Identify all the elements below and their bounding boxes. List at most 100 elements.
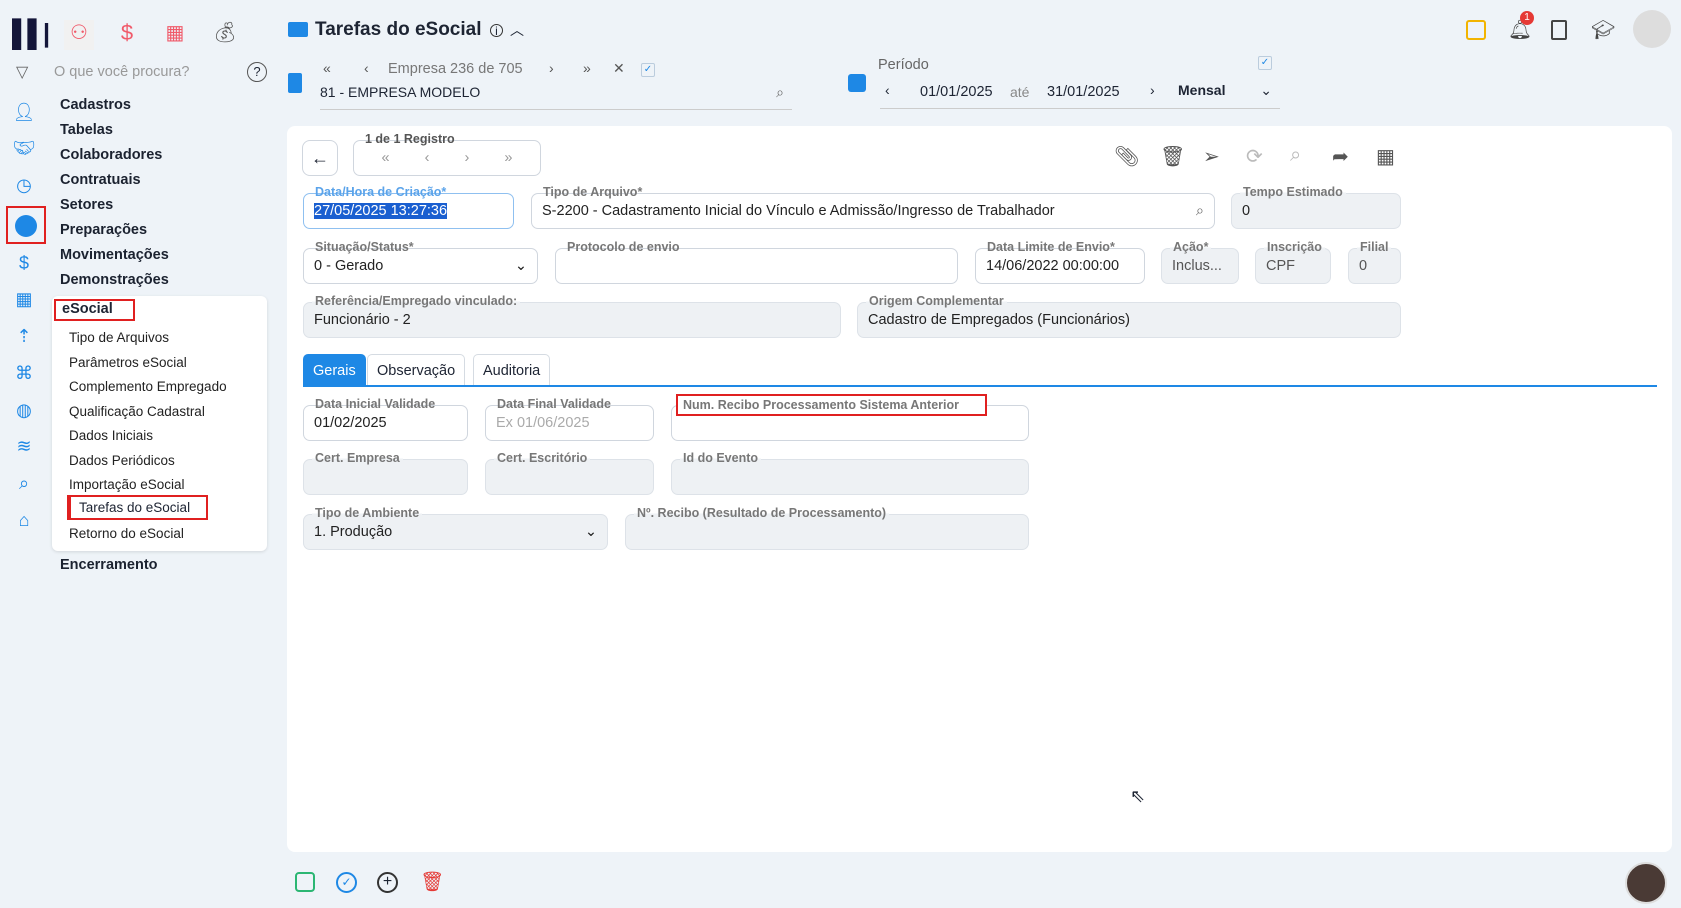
search-record-icon[interactable]: ⌕: [1290, 144, 1301, 167]
refresh-icon[interactable]: ⟳: [1246, 144, 1263, 169]
next-company-button[interactable]: ›: [549, 60, 554, 76]
search-icon[interactable]: ⌕: [1196, 203, 1204, 219]
page-title: Tarefas do eSocial: [315, 19, 482, 40]
menu-tabelas[interactable]: Tabelas: [60, 122, 113, 138]
menu-colaboradores[interactable]: Colaboradores: [60, 147, 162, 163]
submenu-dados-periodicos[interactable]: Dados Periódicos: [69, 453, 175, 468]
first-record-button[interactable]: «: [382, 150, 390, 166]
first-company-button[interactable]: «: [323, 60, 331, 76]
acao-value: Inclus...: [1172, 258, 1222, 274]
people-icon[interactable]: ⚇: [64, 20, 94, 50]
forward-icon[interactable]: ➦: [1332, 144, 1349, 169]
menu-demonstracoes[interactable]: Demonstrações: [60, 272, 169, 288]
period-mode-select[interactable]: Mensal ⌄: [1178, 82, 1278, 98]
help-icon[interactable]: ?: [247, 62, 267, 82]
tipo-ambiente-select[interactable]: Tipo de Ambiente 1. Produção ⌄: [303, 506, 608, 550]
data-final-field[interactable]: Data Final Validade Ex 01/06/2025: [485, 397, 654, 441]
paperclip-icon[interactable]: 📎︎: [1114, 144, 1139, 169]
app-logo[interactable]: ▌▌|: [12, 18, 50, 49]
home-icon[interactable]: ⌂: [12, 508, 36, 532]
period-checkbox[interactable]: ✓: [1258, 56, 1272, 70]
user-settings-icon[interactable]: 👤︎: [12, 100, 36, 124]
submenu-dados-iniciais[interactable]: Dados Iniciais: [69, 428, 153, 443]
submenu-retorno[interactable]: Retorno do eSocial: [69, 526, 184, 541]
menu-esocial[interactable]: eSocial: [54, 299, 135, 321]
money-bag-rail-icon[interactable]: ◍: [12, 398, 36, 422]
submenu-parametros[interactable]: Parâmetros eSocial: [69, 355, 187, 370]
user-avatar[interactable]: [1633, 10, 1671, 48]
menu-cadastros[interactable]: Cadastros: [60, 97, 131, 113]
filial-value: 0: [1359, 258, 1368, 274]
assistant-avatar[interactable]: [1625, 862, 1667, 904]
chevron-down-icon: ⌄: [1260, 82, 1272, 98]
num-recibo-label: Num. Recibo Processamento Sistema Anteri…: [676, 394, 987, 416]
prev-company-button[interactable]: ‹: [364, 60, 369, 76]
data-limite-field[interactable]: Data Limite de Envio* 14/06/2022 00:00:00: [975, 240, 1145, 284]
data-inicial-field[interactable]: Data Inicial Validade 01/02/2025: [303, 397, 468, 441]
prev-record-button[interactable]: ‹: [425, 150, 430, 166]
menu-contratuais[interactable]: Contratuais: [60, 172, 141, 188]
dollar-circle-icon[interactable]: $: [12, 251, 36, 275]
clock-icon[interactable]: ◷: [12, 173, 36, 197]
company-counter: Empresa 236 de 705: [388, 61, 523, 77]
collapse-chevron-icon[interactable]: ︿: [510, 20, 524, 40]
dashboard-icon[interactable]: ▦: [12, 287, 36, 311]
company-checkbox[interactable]: ✓: [641, 63, 655, 77]
calculator-icon[interactable]: ▦: [160, 20, 190, 45]
info-icon[interactable]: i: [490, 24, 503, 37]
save-icon[interactable]: [295, 872, 315, 892]
menu-movimentacoes[interactable]: Movimentações: [60, 247, 169, 263]
tab-gerais[interactable]: Gerais: [303, 354, 366, 386]
delete-icon[interactable]: 🗑︎: [420, 870, 444, 894]
menu-esocial-label: eSocial: [62, 301, 113, 317]
next-period-button[interactable]: ›: [1150, 82, 1155, 98]
menu-encerramento[interactable]: Encerramento: [60, 557, 158, 573]
submenu-tipo-arquivos[interactable]: Tipo de Arquivos: [69, 330, 169, 345]
tab-observacao[interactable]: Observação: [367, 354, 466, 386]
menu-preparacoes[interactable]: Preparações: [60, 222, 147, 238]
filter-icon[interactable]: ▽: [16, 62, 28, 82]
last-record-button[interactable]: »: [504, 150, 512, 166]
situacao-select[interactable]: Situação/Status* 0 - Gerado ⌄: [303, 240, 538, 284]
network-icon[interactable]: ⌘: [12, 361, 36, 385]
trash-icon[interactable]: 🗑︎: [1160, 144, 1185, 169]
record-counter: 1 de 1 Registro: [362, 132, 458, 146]
search-menu-input[interactable]: O que você procura?: [54, 64, 189, 80]
submenu-qualificacao[interactable]: Qualificação Cadastral: [69, 404, 205, 419]
tipo-arquivo-field[interactable]: Tipo de Arquivo* S-2200 - Cadastramento I…: [531, 185, 1215, 229]
n-recibo-label: Nº. Recibo (Resultado de Processamento): [634, 506, 890, 520]
graduation-cap-icon[interactable]: 🎓︎: [1591, 18, 1615, 42]
handshake-icon[interactable]: 🤝︎: [12, 136, 36, 160]
prev-period-button[interactable]: ‹: [885, 82, 890, 98]
submenu-complemento[interactable]: Complemento Empregado: [69, 379, 227, 394]
tempo-label: Tempo Estimado: [1240, 185, 1346, 199]
tab-auditoria[interactable]: Auditoria: [473, 354, 551, 386]
money-bag-icon[interactable]: 💰︎: [210, 20, 240, 45]
dollar-icon[interactable]: $: [112, 20, 142, 46]
add-icon[interactable]: +: [377, 872, 398, 893]
search-icon[interactable]: ⌕: [776, 84, 784, 101]
cert-empresa-field: Cert. Empresa: [303, 451, 468, 495]
data-hora-field[interactable]: Data/Hora de Criação* 27/05/2025 13:27:36: [303, 185, 514, 229]
clear-company-button[interactable]: ✕: [613, 60, 625, 77]
protocolo-field[interactable]: Protocolo de envio: [555, 240, 958, 284]
last-company-button[interactable]: »: [583, 60, 591, 76]
confirm-icon[interactable]: ✓: [336, 872, 357, 893]
selected-rail-item[interactable]: [6, 206, 46, 244]
chart-arrow-icon[interactable]: ⇡: [12, 324, 36, 348]
menu-setores[interactable]: Setores: [60, 197, 113, 213]
tipo-arquivo-value: S-2200 - Cadastramento Inicial do Víncul…: [542, 203, 1055, 219]
next-record-button[interactable]: ›: [465, 150, 470, 166]
sticky-note-icon[interactable]: [1466, 20, 1486, 40]
period-start[interactable]: 01/01/2025: [920, 84, 993, 100]
company-select[interactable]: 81 - EMPRESA MODELO ⌕: [320, 84, 792, 110]
back-button[interactable]: ←: [302, 140, 338, 176]
report-icon[interactable]: [1551, 20, 1567, 40]
layers-icon[interactable]: ≋: [12, 434, 36, 458]
submenu-importacao[interactable]: Importação eSocial: [69, 477, 185, 492]
search-rail-icon[interactable]: ⌕: [12, 471, 36, 495]
submenu-tarefas[interactable]: Tarefas do eSocial: [67, 495, 208, 520]
period-end[interactable]: 31/01/2025: [1047, 84, 1120, 100]
send-icon[interactable]: ➢: [1203, 144, 1220, 169]
calendar-grid-icon[interactable]: ▦: [1376, 144, 1395, 169]
